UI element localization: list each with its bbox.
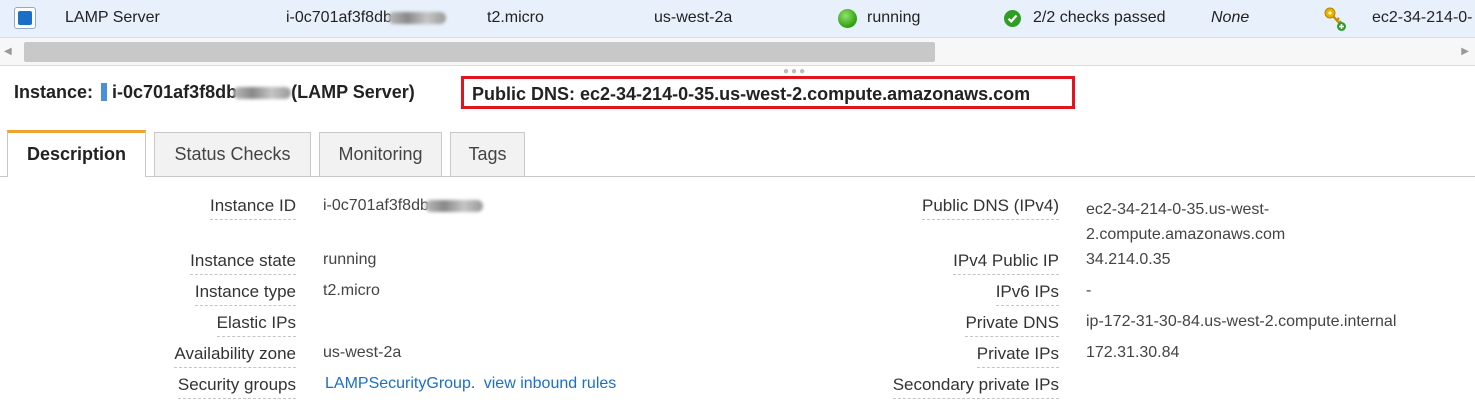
instance-type-label: Instance type xyxy=(194,282,296,306)
instance-table-row[interactable]: LAMP Server i-0c701af3f8db t2.micro us-w… xyxy=(0,0,1475,38)
check-passed-icon xyxy=(1004,10,1021,27)
security-group-link[interactable]: LAMPSecurityGroup xyxy=(325,375,471,392)
instance-color-bar xyxy=(101,83,108,101)
instance-type-value: t2.micro xyxy=(323,282,380,299)
instance-title: Instance: i-0c701af3f8db (LAMP Server) xyxy=(14,82,415,102)
private-dns-label: Private DNS xyxy=(965,313,1059,337)
availability-zone-label: Availability zone xyxy=(174,344,296,368)
running-status-icon xyxy=(838,9,857,28)
scroll-right-icon[interactable]: ▶ xyxy=(1461,46,1469,57)
ipv6-ips-label: IPv6 IPs xyxy=(995,282,1059,306)
private-ips-label: Private IPs xyxy=(976,344,1059,368)
view-inbound-rules-link[interactable]: view inbound rules xyxy=(484,375,617,392)
scrollbar-thumb[interactable] xyxy=(24,42,935,62)
key-pair-icon[interactable] xyxy=(1323,6,1347,37)
elastic-ips-label: Elastic IPs xyxy=(216,313,296,337)
tab-monitoring[interactable]: Monitoring xyxy=(319,132,442,176)
scroll-left-icon[interactable]: ◀ xyxy=(4,46,12,57)
redacted-blur xyxy=(233,87,292,100)
private-dns-value: ip-172-31-30-84.us-west-2.compute.intern… xyxy=(1086,313,1397,330)
public-dns-label: Public DNS (IPv4) xyxy=(922,196,1059,220)
ipv6-ips-value: - xyxy=(1086,282,1092,299)
security-groups-value: LAMPSecurityGroup. view inbound rules xyxy=(325,375,617,392)
availability-zone-value: us-west-2a xyxy=(323,344,402,361)
row-public-dns: ec2-34-214-0- xyxy=(1372,9,1473,26)
tab-tags[interactable]: Tags xyxy=(450,132,525,176)
row-status-checks: 2/2 checks passed xyxy=(1033,9,1166,26)
private-ips-value: 172.31.30.84 xyxy=(1086,344,1180,361)
instance-state-value: running xyxy=(323,251,377,268)
instance-id-label: Instance ID xyxy=(210,196,296,220)
tab-description[interactable]: Description xyxy=(7,130,146,177)
horizontal-scrollbar[interactable]: ◀ ▶ xyxy=(0,38,1475,66)
instance-id-value: i-0c701af3f8db xyxy=(323,197,483,215)
row-alarm-status: None xyxy=(1211,9,1250,26)
row-availability-zone: us-west-2a xyxy=(654,9,733,26)
redacted-blur xyxy=(424,199,483,212)
tab-status-checks[interactable]: Status Checks xyxy=(154,132,311,176)
secondary-private-ips-label: Secondary private IPs xyxy=(892,375,1059,399)
public-dns-value: ec2-34-214-0-35.us-west- 2.compute.amazon… xyxy=(1086,201,1286,243)
public-dns-highlight: Public DNS: ec2-34-214-0-35.us-west-2.co… xyxy=(461,76,1075,109)
row-instance-id: i-0c701af3f8db xyxy=(286,9,446,27)
ipv4-public-ip-value: 34.214.0.35 xyxy=(1086,251,1171,268)
redacted-blur xyxy=(387,11,446,24)
ipv4-public-ip-label: IPv4 Public IP xyxy=(953,251,1059,275)
row-state: running xyxy=(867,9,921,26)
instance-state-label: Instance state xyxy=(190,251,296,275)
security-groups-label: Security groups xyxy=(177,375,296,399)
row-name: LAMP Server xyxy=(65,9,160,26)
detail-tabs: Description Status Checks Monitoring Tag… xyxy=(0,130,1475,177)
public-dns-title: Public DNS: ec2-34-214-0-35.us-west-2.co… xyxy=(472,84,1031,104)
row-instance-type: t2.micro xyxy=(487,9,544,26)
row-checkbox[interactable] xyxy=(14,7,36,29)
